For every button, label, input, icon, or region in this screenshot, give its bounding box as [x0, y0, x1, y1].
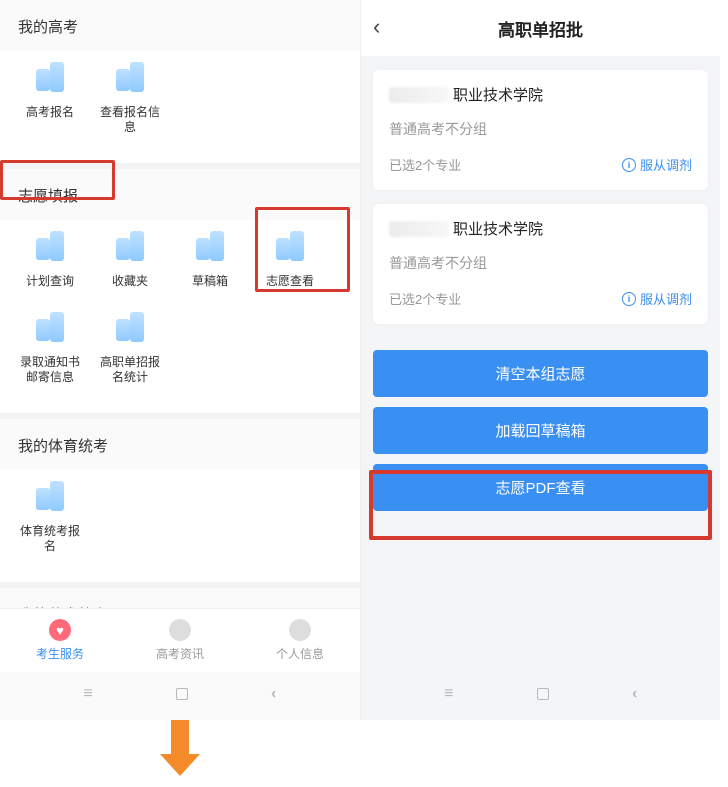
card-subtitle: 普通高考不分组 — [389, 253, 692, 273]
redacted-text — [389, 87, 449, 103]
load-from-draft-button[interactable]: 加载回草稿箱 — [373, 407, 708, 454]
header: ‹ 高职单招批 — [361, 0, 720, 56]
selected-count: 已选2个专业 — [389, 155, 461, 174]
school-card[interactable]: 职业技术学院 普通高考不分组 已选2个专业 服从调剂 — [373, 204, 708, 324]
school-card[interactable]: 职业技术学院 普通高考不分组 已选2个专业 服从调剂 — [373, 70, 708, 190]
phone-left: 我的高考 高考报名 查看报名信 息 志愿填报 计划查询 收藏夹 草稿箱 志愿查看… — [0, 0, 360, 720]
cell-favorites[interactable]: 收藏夹 — [90, 220, 170, 301]
app-icon — [31, 309, 69, 347]
nav-back-icon[interactable]: › — [271, 685, 276, 703]
cell-plan-query[interactable]: 计划查询 — [10, 220, 90, 301]
school-name: 职业技术学院 — [389, 218, 692, 239]
cell-higher-voc-stats[interactable]: 高职单招报 名统计 — [90, 301, 170, 397]
selected-count: 已选2个专业 — [389, 289, 461, 308]
heart-icon — [49, 619, 71, 641]
tabbar: 考生服务 高考资讯 个人信息 — [0, 608, 360, 672]
back-icon[interactable]: ‹ — [373, 14, 380, 40]
cell-drafts[interactable]: 草稿箱 — [170, 220, 250, 301]
app-icon — [31, 478, 69, 516]
highlight-zhiyuan-title — [0, 160, 115, 200]
profile-icon — [289, 619, 311, 641]
tab-student-service[interactable]: 考生服务 — [36, 619, 84, 662]
cell-gaokao-signup[interactable]: 高考报名 — [10, 51, 90, 147]
app-icon — [111, 309, 149, 347]
cell-admission-letter[interactable]: 录取通知书 邮寄信息 — [10, 301, 90, 397]
info-icon — [622, 292, 636, 306]
grid-tiyu: 体育统考报 名 — [0, 470, 360, 582]
highlight-zhiyuan-view — [255, 207, 350, 292]
android-nav: ≡ › — [0, 676, 360, 712]
nav-recent-icon[interactable]: ≡ — [83, 685, 92, 703]
nav-home-icon[interactable] — [176, 688, 188, 700]
section-title-gaokao: 我的高考 — [0, 0, 360, 51]
cell-view-signup-info[interactable]: 查看报名信 息 — [90, 51, 170, 147]
arrow-down-icon — [160, 720, 200, 775]
app-icon — [191, 228, 229, 266]
app-icon — [111, 59, 149, 97]
app-icon — [31, 228, 69, 266]
redacted-text — [389, 221, 449, 237]
obey-transfer[interactable]: 服从调剂 — [622, 155, 692, 174]
cell-sports-signup[interactable]: 体育统考报 名 — [10, 470, 90, 566]
page-title: 高职单招批 — [498, 16, 583, 41]
app-icon — [31, 59, 69, 97]
grid-gaokao: 高考报名 查看报名信 息 — [0, 51, 360, 163]
info-icon — [622, 158, 636, 172]
highlight-pdf-button — [369, 470, 712, 540]
school-name: 职业技术学院 — [389, 84, 692, 105]
news-icon — [169, 619, 191, 641]
tab-profile[interactable]: 个人信息 — [276, 619, 324, 662]
section-title-tiyu: 我的体育统考 — [0, 419, 360, 470]
android-nav: ≡ › — [361, 676, 720, 712]
nav-recent-icon[interactable]: ≡ — [444, 685, 453, 703]
card-subtitle: 普通高考不分组 — [389, 119, 692, 139]
clear-group-button[interactable]: 清空本组志愿 — [373, 350, 708, 397]
tab-news[interactable]: 高考资讯 — [156, 619, 204, 662]
nav-back-icon[interactable]: › — [632, 685, 637, 703]
obey-transfer[interactable]: 服从调剂 — [622, 289, 692, 308]
app-icon — [111, 228, 149, 266]
nav-home-icon[interactable] — [537, 688, 549, 700]
phone-right: ‹ 高职单招批 职业技术学院 普通高考不分组 已选2个专业 服从调剂 职业技术学… — [360, 0, 720, 720]
